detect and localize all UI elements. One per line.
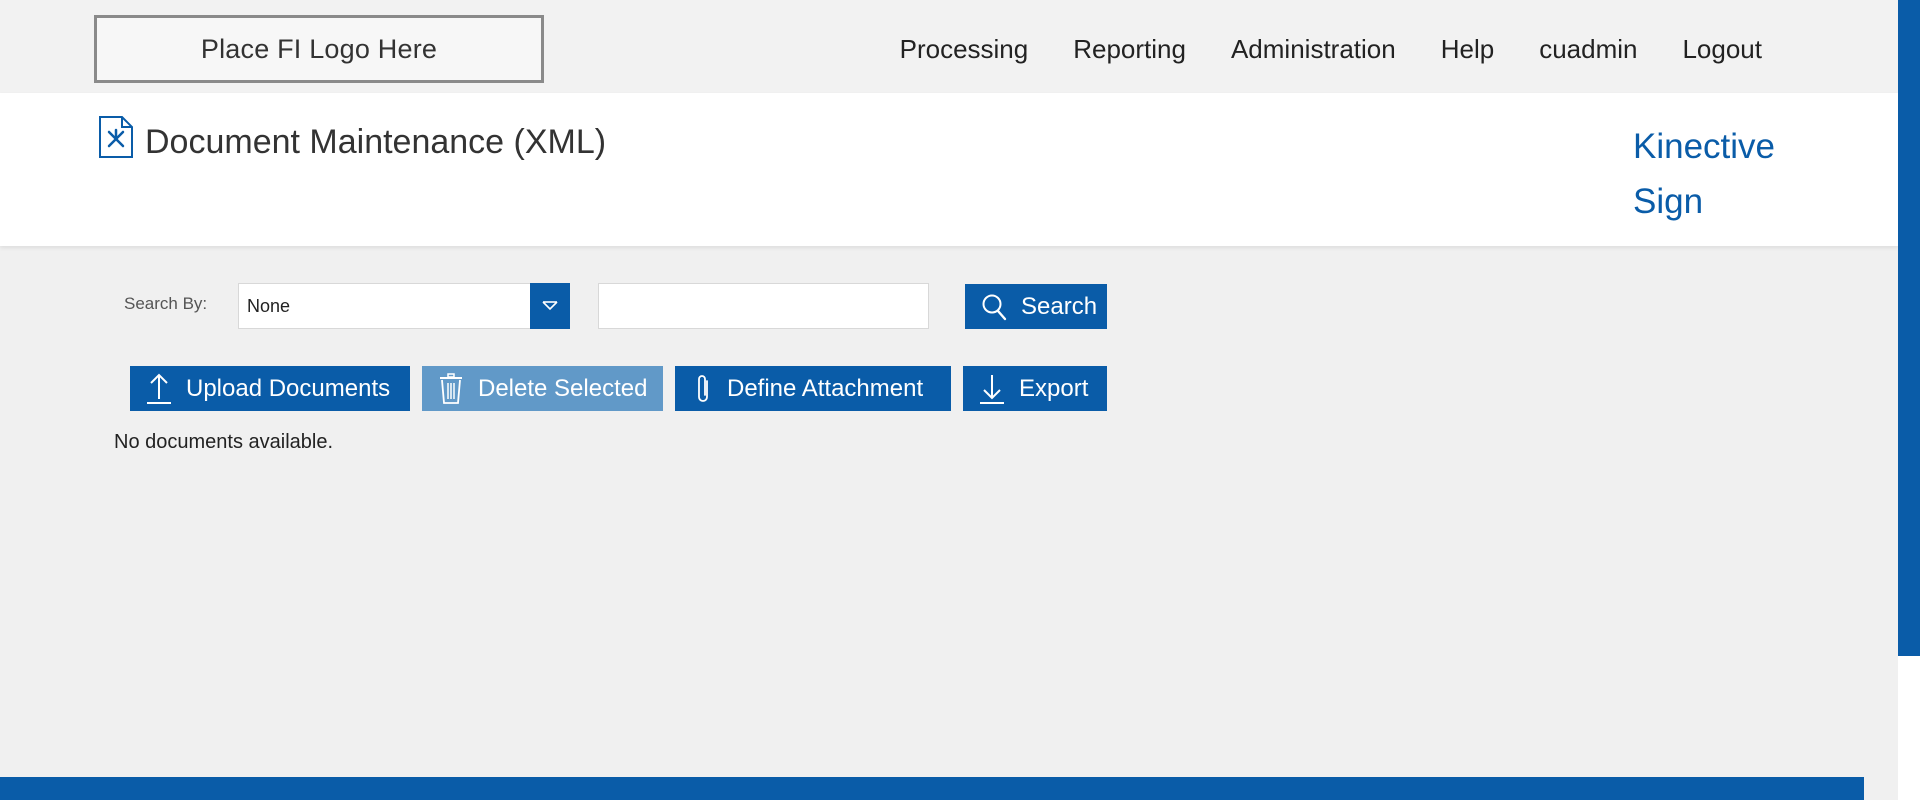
page-header: Document Maintenance (XML) Kinective Sig… [0,93,1898,246]
upload-icon [146,373,172,405]
brand-kinective-sign: Kinective Sign [1633,127,1776,221]
right-edge-strip [1898,0,1920,656]
right-edge-strip-bottom [1898,656,1920,800]
delete-selected-label: Delete Selected [478,374,648,402]
top-bar: Place FI Logo Here Processing Reporting … [0,0,1898,93]
define-attachment-button[interactable]: Define Attachment [675,366,951,411]
footer-bar [0,777,1864,800]
upload-documents-button[interactable]: Upload Documents [130,366,410,411]
chevron-down-icon[interactable] [530,283,570,329]
nav-reporting[interactable]: Reporting [1073,34,1186,65]
define-attachment-label: Define Attachment [727,374,924,402]
fi-logo-placeholder: Place FI Logo Here [94,15,544,83]
empty-state-message: No documents available. [114,431,334,453]
search-by-label: Search By: [124,294,208,313]
page-title: Document Maintenance (XML) [145,123,607,161]
search-by-selected-value: None [247,296,291,316]
search-button-label: Search [1021,292,1098,320]
search-button[interactable]: Search [965,284,1107,329]
nav-processing[interactable]: Processing [900,34,1029,65]
upload-documents-label: Upload Documents [186,374,391,402]
trash-icon [438,372,464,405]
paperclip-icon [695,373,713,405]
download-icon [979,373,1005,405]
nav-user-cuadmin[interactable]: cuadmin [1539,34,1637,65]
search-icon [981,293,1007,321]
nav-administration[interactable]: Administration [1231,34,1396,65]
delete-selected-button[interactable]: Delete Selected [422,366,663,411]
top-navigation: Processing Reporting Administration Help… [855,34,1762,65]
search-by-select[interactable]: None [238,283,570,329]
export-label: Export [1019,374,1089,402]
search-input[interactable] [598,283,929,329]
document-settings-icon [98,115,134,159]
nav-logout[interactable]: Logout [1682,34,1762,65]
nav-help[interactable]: Help [1441,34,1494,65]
export-button[interactable]: Export [963,366,1107,411]
